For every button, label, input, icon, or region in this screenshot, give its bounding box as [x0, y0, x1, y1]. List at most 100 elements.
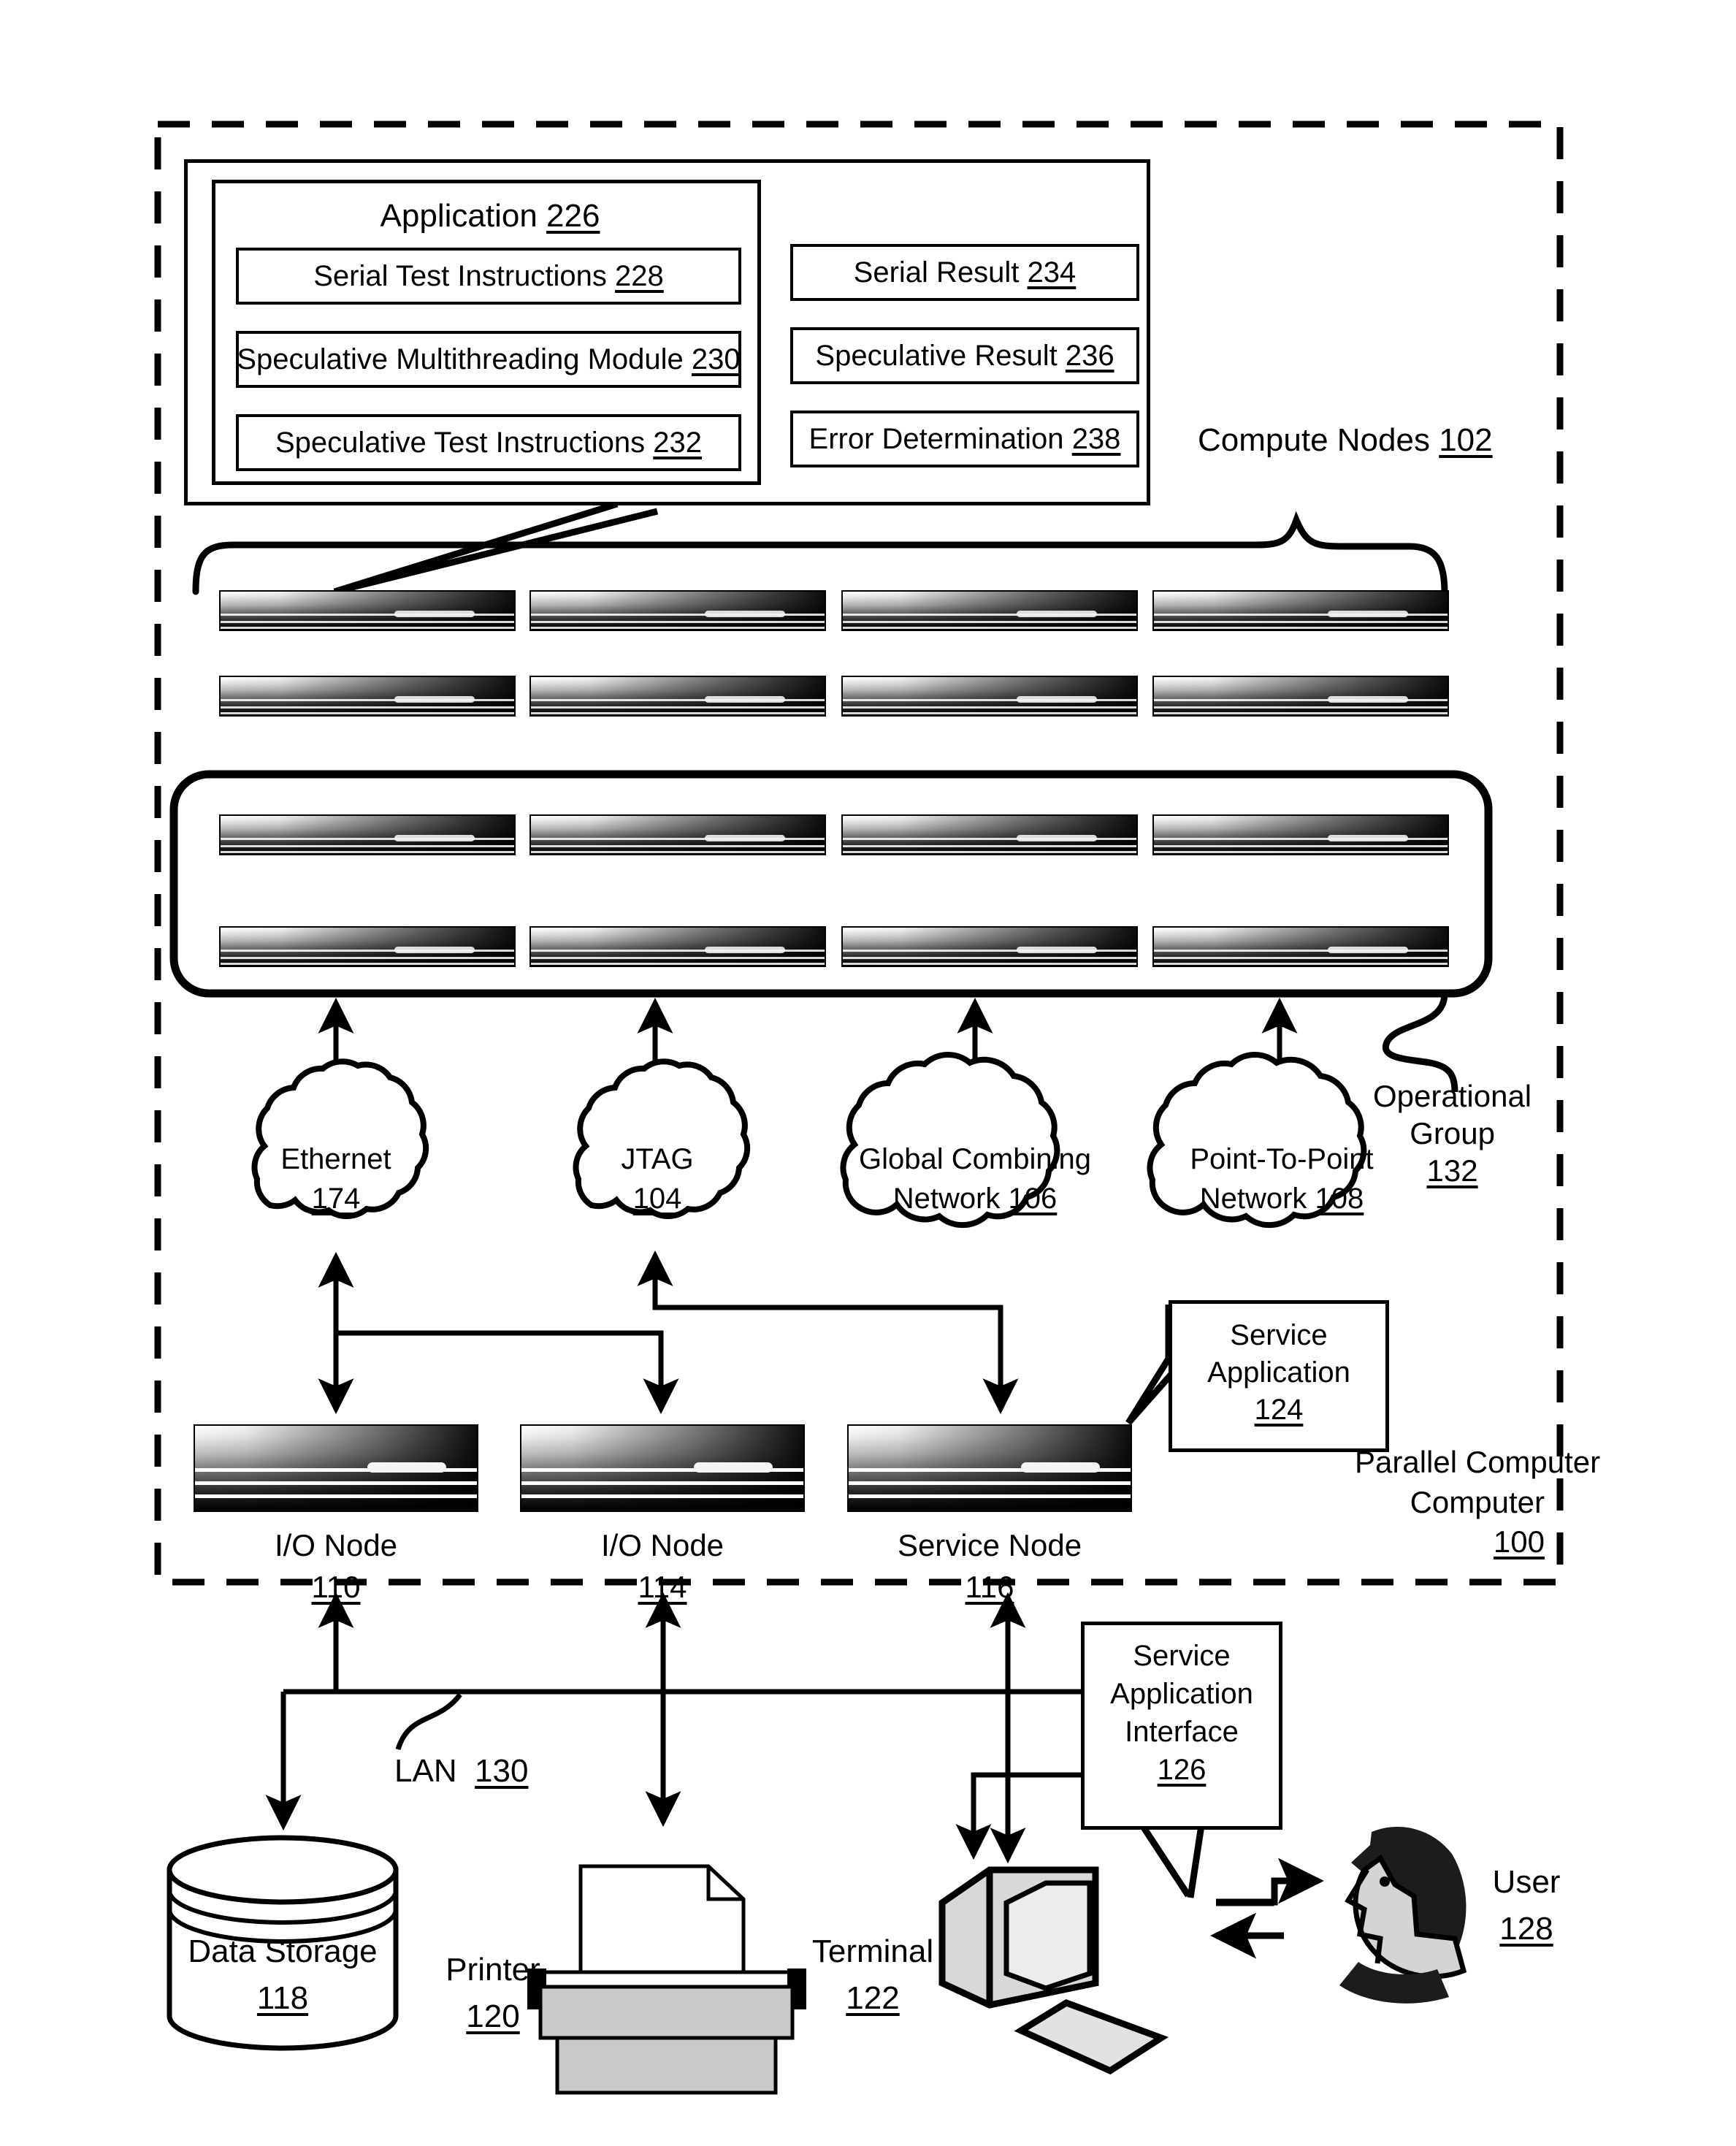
printer-label: Printer 120 [409, 1947, 577, 2040]
service-application-text: Service Application 124 [1172, 1304, 1385, 1429]
data-storage-ref: 118 [256, 1979, 309, 2016]
sai-ref: 126 [1157, 1754, 1207, 1786]
network-global-combining-text[interactable]: Global Combining Network 106 [822, 1139, 1128, 1218]
compute-node[interactable] [529, 590, 826, 631]
user-ref: 128 [1499, 1910, 1553, 1947]
compute-nodes-label-text: Compute Nodes [1198, 422, 1430, 458]
compute-node[interactable] [219, 814, 516, 855]
speculative-test-instructions-ref: 232 [653, 426, 703, 459]
network-ethernet-text[interactable]: Ethernet 174 [226, 1139, 446, 1218]
application-title-ref: 226 [546, 198, 600, 234]
network-point-to-point-label: Point-To-Point [1190, 1143, 1374, 1175]
parallel-computer-ref: 100 [1493, 1524, 1545, 1559]
compute-node[interactable] [1152, 926, 1449, 967]
user-shape [1339, 1826, 1467, 2004]
io-node-114-label: I/O Node 114 [520, 1525, 805, 1608]
terminal-label-text: Terminal [811, 1933, 934, 1969]
service-node-116-ref: 116 [965, 1569, 1014, 1604]
speculative-test-instructions-box[interactable]: Speculative Test Instructions 232 [236, 414, 741, 471]
parallel-computer-label-line1: Parallel Computer [1355, 1445, 1601, 1479]
serial-test-instructions-label: Serial Test Instructions [313, 259, 607, 292]
application-title-label: Application [380, 198, 538, 234]
data-storage-label-text: Data Storage [188, 1933, 378, 1969]
link-ethernet-io114 [336, 1330, 679, 1415]
compute-node[interactable] [841, 676, 1138, 717]
user-label: User 128 [1453, 1859, 1599, 1952]
compute-node[interactable] [1152, 814, 1449, 855]
user-label-text: User [1492, 1864, 1561, 1900]
service-application-line1: Service [1230, 1319, 1328, 1351]
printer-label-text: Printer [446, 1952, 540, 1987]
lan-leader [395, 1692, 462, 1751]
compute-node[interactable] [1152, 590, 1449, 631]
compute-node[interactable] [841, 814, 1138, 855]
terminal-shape [938, 1866, 1169, 2075]
compute-node[interactable] [841, 926, 1138, 967]
serial-result-label: Serial Result [853, 256, 1020, 289]
service-node-116-label-text: Service Node [897, 1528, 1082, 1562]
sai-line3: Interface [1125, 1716, 1239, 1748]
speculative-multithreading-module-box[interactable]: Speculative Multithreading Module 230 [236, 331, 741, 388]
compute-node[interactable] [529, 676, 826, 717]
network-point-to-point-ref: 108 [1315, 1183, 1364, 1215]
compute-node[interactable] [219, 676, 516, 717]
serial-test-instructions-box[interactable]: Serial Test Instructions 228 [236, 248, 741, 305]
io-node-114-label-text: I/O Node [600, 1528, 724, 1562]
network-global-combining-label2: Network [892, 1183, 1001, 1215]
serial-test-instructions-ref: 228 [615, 259, 664, 292]
io-node-110-ref: 110 [311, 1569, 361, 1604]
network-point-to-point-text[interactable]: Point-To-Point Network 108 [1128, 1139, 1435, 1218]
error-determination-box[interactable]: Error Determination 238 [790, 411, 1139, 467]
compute-node[interactable] [841, 590, 1138, 631]
application-title: Application 226 [215, 198, 765, 234]
io-node-114-device[interactable] [520, 1424, 805, 1512]
compute-node[interactable] [1152, 676, 1449, 717]
io-node-114-ref: 114 [638, 1569, 687, 1604]
lan-label-text: LAN [394, 1753, 457, 1789]
parallel-computer-label: Parallel Computer Computer 100 [1355, 1443, 1601, 1562]
speculative-result-box[interactable]: Speculative Result 236 [790, 327, 1139, 384]
link-jtag-service116 [637, 1250, 1019, 1415]
serial-result-box[interactable]: Serial Result 234 [790, 244, 1139, 301]
operational-group-label-line1: Operational [1373, 1079, 1532, 1113]
network-global-combining-ref: 106 [1008, 1183, 1058, 1215]
sai-line1: Service [1133, 1640, 1231, 1672]
speculative-multithreading-module-label: Speculative Multithreading Module [237, 343, 684, 375]
service-node-116-label: Service Node 116 [847, 1525, 1132, 1608]
speculative-result-label: Speculative Result [815, 339, 1058, 372]
serial-result-ref: 234 [1027, 256, 1077, 289]
lan-ref: 130 [475, 1753, 529, 1789]
network-ethernet-label: Ethernet [280, 1143, 391, 1175]
service-application-ref: 124 [1254, 1394, 1304, 1427]
network-jtag-text[interactable]: JTAG 104 [548, 1139, 767, 1218]
service-application-interface-text: Service Application Interface 126 [1085, 1625, 1279, 1789]
io-node-110-label: I/O Node 110 [194, 1525, 478, 1608]
speculative-multithreading-module-ref: 230 [691, 343, 741, 375]
data-storage-label: Data Storage 118 [169, 1928, 396, 2022]
parallel-computer-label-line2: Computer [1410, 1484, 1545, 1519]
network-global-combining-label: Global Combining [859, 1143, 1091, 1175]
printer-ref: 120 [466, 1998, 520, 2034]
arrow-terminal-user [1216, 1857, 1324, 1906]
compute-node[interactable] [219, 590, 516, 631]
compute-node[interactable] [529, 926, 826, 967]
service-node-116-device[interactable] [847, 1424, 1132, 1512]
speculative-result-ref: 236 [1065, 339, 1114, 372]
compute-nodes-ref: 102 [1439, 422, 1493, 458]
network-ethernet-ref: 174 [311, 1183, 361, 1215]
service-application-callout: Service Application 124 [1169, 1300, 1389, 1452]
service-application-line2: Application [1207, 1356, 1350, 1389]
compute-node[interactable] [219, 926, 516, 967]
lan-label: LAN 130 [394, 1753, 528, 1790]
compute-nodes-label: Compute Nodes 102 [1198, 422, 1493, 459]
error-determination-label: Error Determination [808, 422, 1064, 455]
network-jtag-label: JTAG [621, 1143, 694, 1175]
speculative-test-instructions-label: Speculative Test Instructions [275, 426, 646, 459]
service-application-interface-callout: Service Application Interface 126 [1081, 1622, 1282, 1830]
terminal-ref: 122 [846, 1979, 900, 2016]
sai-line2: Application [1110, 1678, 1253, 1710]
io-node-110-device[interactable] [194, 1424, 478, 1512]
io-node-110-label-text: I/O Node [274, 1528, 398, 1562]
compute-node[interactable] [529, 814, 826, 855]
application-box: Application 226 Serial Test Instructions… [212, 180, 761, 485]
